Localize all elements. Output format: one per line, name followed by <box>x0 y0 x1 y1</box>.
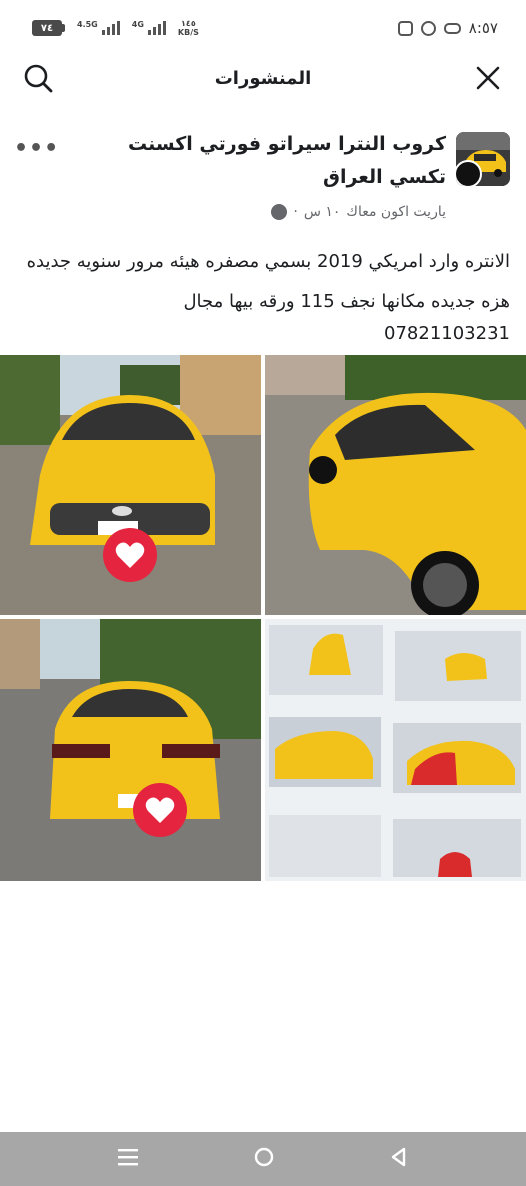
photo-inspection-report[interactable] <box>265 619 526 881</box>
more-options-button[interactable]: ••• <box>14 136 59 161</box>
globe-icon <box>271 204 288 220</box>
status-right: ٨:٥٧ <box>397 19 498 37</box>
signal-icon: 4G <box>132 21 166 35</box>
signal-icon: 4.5G <box>77 21 120 35</box>
search-button[interactable] <box>22 62 54 94</box>
menu-icon <box>118 1149 138 1166</box>
instagram-icon <box>397 20 413 36</box>
post-phone[interactable]: 07821103231 <box>384 314 510 354</box>
back-button[interactable] <box>389 1146 409 1172</box>
heart-sticker <box>103 528 157 582</box>
close-button[interactable] <box>472 62 504 94</box>
rear-view-image <box>0 619 261 881</box>
back-icon <box>391 1147 406 1167</box>
group-avatar[interactable] <box>456 132 510 186</box>
signal-label: 4G <box>131 20 144 29</box>
heart-icon <box>145 797 175 823</box>
app-header: المنشورات <box>0 56 526 100</box>
inspection-report-image <box>265 619 526 881</box>
battery-level: ٧٤ <box>32 20 62 36</box>
home-icon <box>254 1147 274 1167</box>
post-body: الانتره وارد امريكي 2019 بسمي مصفره هيئه… <box>26 251 510 312</box>
signal-label: 4.5G <box>77 20 98 29</box>
close-icon <box>476 66 500 90</box>
system-nav-bar <box>0 1132 526 1186</box>
whatsapp-icon <box>420 20 436 36</box>
net-speed: ١٤٥ KB/S <box>178 19 199 37</box>
photo-front-view[interactable] <box>0 355 261 615</box>
heart-sticker <box>133 783 187 837</box>
photo-grid <box>0 355 526 882</box>
photo-side-view[interactable] <box>265 355 526 615</box>
post-header: ••• كروب النترا سيراتو فورتي اكسنت تكسي … <box>0 124 526 234</box>
net-speed-value: ١٤٥ <box>181 19 196 28</box>
menu-button[interactable] <box>117 1147 139 1171</box>
avatar-badge <box>456 160 482 186</box>
post-meta: ياريت اكون معاك ١٠ س · <box>271 204 446 220</box>
status-bar: ٧٤ 4.5G 4G ١٤٥ KB/S ٨:٥٧ <box>0 0 526 56</box>
meta-separator: · <box>293 204 298 220</box>
side-view-image <box>265 355 526 615</box>
heart-icon <box>115 542 145 568</box>
group-name[interactable]: كروب النترا سيراتو فورتي اكسنت تكسي العر… <box>66 128 446 194</box>
clock: ٨:٥٧ <box>468 19 498 37</box>
battery-icon: ٧٤ <box>32 20 65 36</box>
net-speed-unit: KB/S <box>177 28 199 37</box>
gamepad-icon <box>443 22 461 34</box>
status-left: ٧٤ 4.5G 4G ١٤٥ KB/S <box>32 19 199 37</box>
home-button[interactable] <box>253 1146 275 1172</box>
post-author[interactable]: ياريت اكون معاك <box>346 204 446 220</box>
page-title: المنشورات <box>214 67 312 89</box>
post-time: ١٠ س <box>303 204 341 220</box>
search-icon <box>24 64 53 93</box>
photo-rear-view[interactable] <box>0 619 261 881</box>
